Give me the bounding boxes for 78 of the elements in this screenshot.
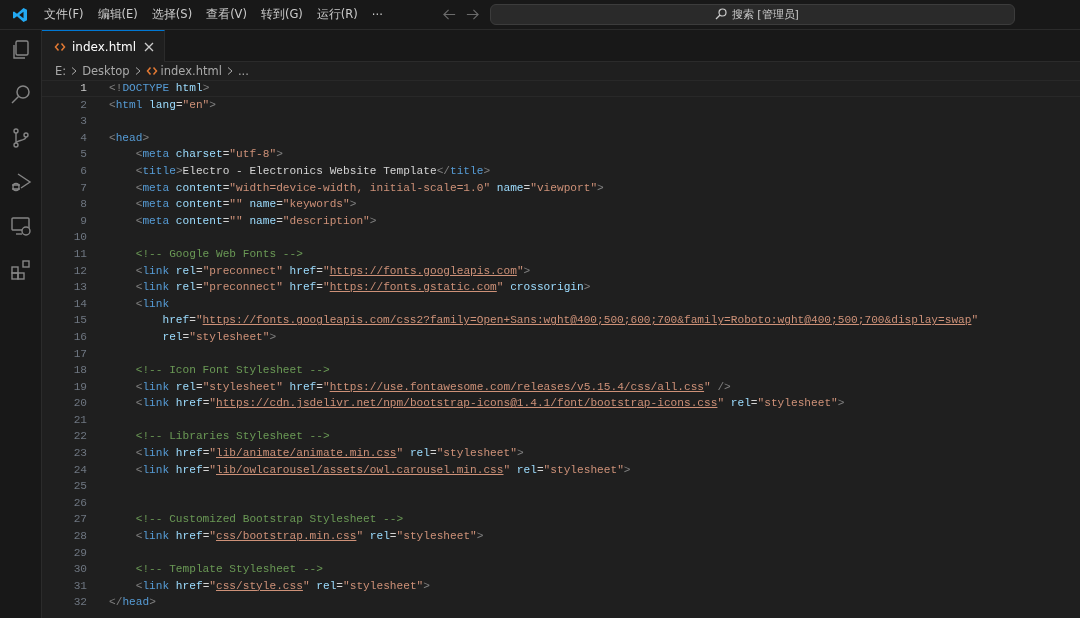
- code-line: <link rel="stylesheet" href="https://use.fontawesome.com/releases/v5.15.4/css/all.css" />: [134, 379, 731, 395]
- line-number: 26: [72, 495, 87, 511]
- line-number: 9: [79, 213, 87, 229]
- code-line: <!-- Template Stylesheet -->: [134, 562, 323, 578]
- line-number: 31: [72, 578, 87, 594]
- menu-item[interactable]: 编辑(E): [90, 4, 145, 25]
- line-number: 17: [72, 346, 87, 362]
- line-number: 20: [72, 396, 87, 412]
- extensions-icon[interactable]: [8, 258, 33, 282]
- code-line: </head>: [109, 595, 156, 611]
- code-line: <link href="https://cdn.jsdelivr.net/npm/bootstrap-icons@1.4.1/font/bootstrap-icons.css" rel="stylesheet">: [134, 396, 845, 412]
- code-file-icon: [54, 40, 66, 53]
- line-number: 16: [72, 329, 87, 345]
- code-line: <!-- Libraries Stylesheet -->: [134, 429, 330, 445]
- line-number: 3: [79, 114, 87, 130]
- line-number: 15: [72, 313, 87, 329]
- line-number: 2: [79, 97, 87, 113]
- code-line: <html lang="en">: [109, 97, 216, 113]
- code-line: <link: [134, 296, 170, 312]
- menu-item[interactable]: 文件(F): [37, 4, 91, 25]
- code-line: <link href="lib/animate/animate.min.css" rel="stylesheet">: [134, 446, 524, 462]
- breadcrumb-item[interactable]: index.html: [160, 64, 222, 78]
- line-number: 25: [72, 479, 87, 495]
- line-number: 32: [72, 595, 87, 611]
- line-number: 8: [79, 197, 87, 213]
- forward-arrow-icon[interactable]: [464, 7, 480, 22]
- line-number: 4: [79, 130, 87, 146]
- code-line: href="https://fonts.googleapis.com/css2?family=Open+Sans:wght@400;500;600;700&family=Roboto:wght@400;500;700&display=swap": [161, 313, 979, 329]
- code-line: <!-- Icon Font Stylesheet -->: [134, 363, 330, 379]
- code-line: rel="stylesheet">: [161, 329, 277, 345]
- code-line: <!-- Customized Bootstrap Stylesheet -->: [134, 512, 404, 528]
- line-number: 1: [79, 81, 87, 96]
- line-number: 10: [72, 230, 87, 246]
- line-number: 21: [72, 412, 87, 428]
- back-arrow-icon[interactable]: [441, 7, 457, 22]
- breadcrumb-item[interactable]: ...: [237, 64, 249, 78]
- code-line: <meta charset="utf-8">: [134, 147, 283, 163]
- code-line: <link href="css/bootstrap.min.css" rel="stylesheet">: [134, 529, 484, 545]
- line-number: 29: [72, 545, 87, 561]
- code-line: <meta content="" name="description">: [134, 213, 377, 229]
- breadcrumb-item[interactable]: Desktop: [82, 64, 130, 78]
- editor-tab[interactable]: index.html: [42, 30, 165, 62]
- code-line: <link href="lib/owlcarousel/assets/owl.carousel.min.css" rel="stylesheet">: [134, 462, 631, 478]
- line-number: 11: [72, 246, 87, 262]
- breadcrumb-item[interactable]: E:: [55, 64, 67, 78]
- search-icon: [714, 8, 727, 20]
- line-number: 14: [72, 296, 87, 312]
- line-number: 19: [72, 379, 87, 395]
- menu-item[interactable]: 运行(R): [309, 4, 365, 25]
- line-number: 7: [79, 180, 87, 196]
- line-number: 24: [72, 462, 87, 478]
- code-line: <title>Electro - Electronics Website Template</title>: [134, 163, 491, 179]
- menu-item[interactable]: 查看(V): [199, 4, 254, 25]
- code-file-icon: [145, 65, 158, 77]
- search-field[interactable]: 搜索 [管理员]: [489, 4, 1015, 25]
- line-number: 23: [72, 446, 87, 462]
- code-line: <head>: [109, 130, 150, 146]
- menu-item[interactable]: ···: [364, 4, 390, 25]
- line-number: 18: [72, 363, 87, 379]
- code-line: <meta content="width=device-width, initial-scale=1.0" name="viewport">: [134, 180, 604, 196]
- line-number: 30: [72, 562, 87, 578]
- menu-item[interactable]: 转到(G): [253, 4, 310, 25]
- line-number: 28: [72, 529, 87, 545]
- code-line: <!-- Google Web Fonts -->: [134, 246, 303, 262]
- remote-monitor-icon[interactable]: [8, 214, 33, 238]
- code-line: <link href="css/style.css" rel="stylesheet">: [134, 578, 430, 594]
- code-line: <!DOCTYPE html>: [109, 81, 210, 96]
- code-line: <meta content="" name="keywords">: [134, 197, 357, 213]
- line-number: 12: [72, 263, 87, 279]
- app-logo-icon: [12, 6, 28, 23]
- line-number: 22: [72, 429, 87, 445]
- line-number: 6: [79, 163, 87, 179]
- line-number: 5: [79, 147, 87, 163]
- code-line: <link rel="preconnect" href="https://fonts.googleapis.com">: [134, 263, 531, 279]
- menu-item[interactable]: 选择(S): [144, 4, 200, 25]
- line-number: 13: [72, 280, 87, 296]
- code-line: <link rel="preconnect" href="https://fonts.gstatic.com" crossorigin>: [134, 280, 591, 296]
- line-number: 27: [72, 512, 87, 528]
